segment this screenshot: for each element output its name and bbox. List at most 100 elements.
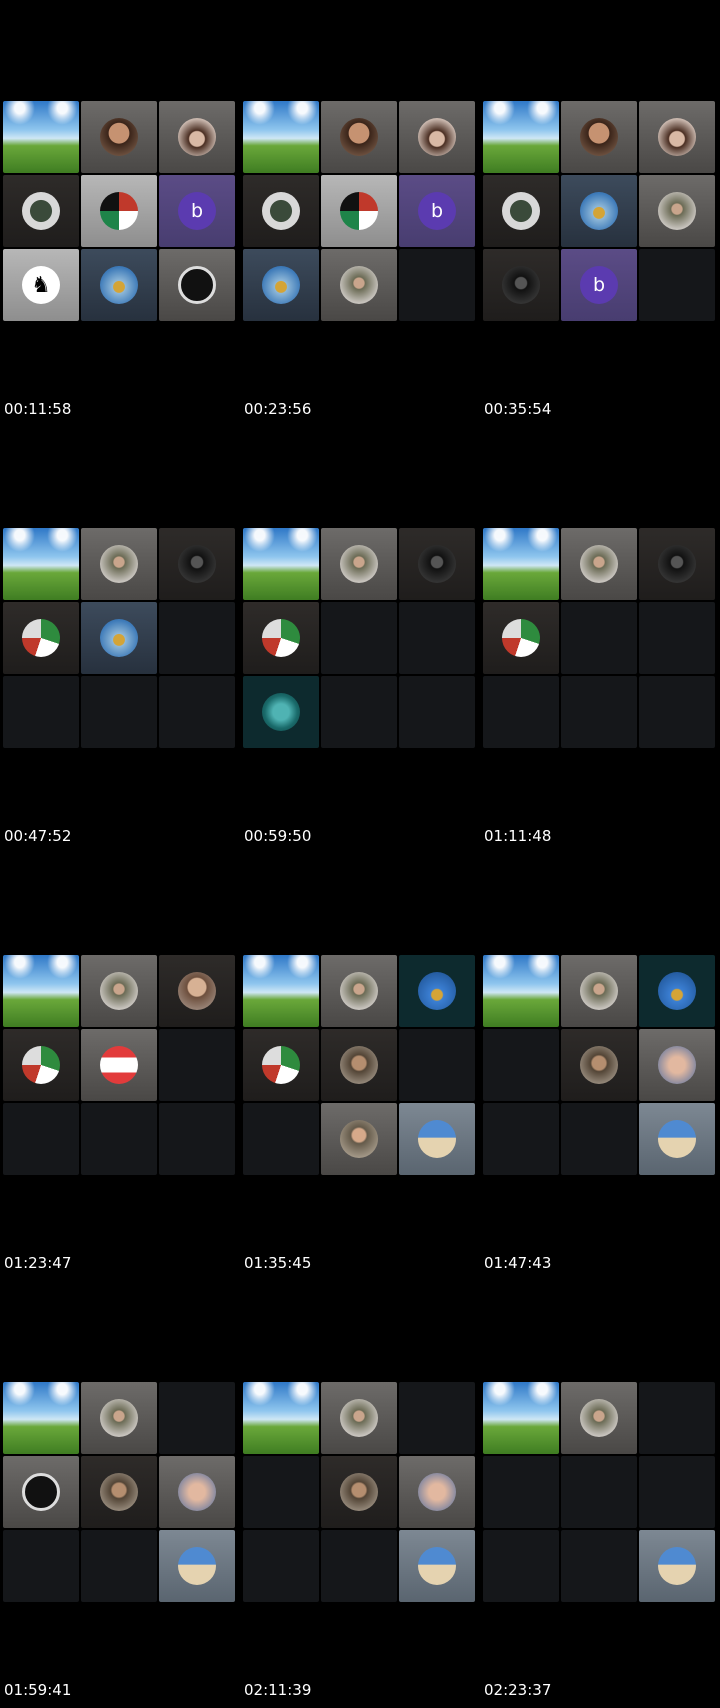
participant-tile[interactable] [81, 1456, 157, 1528]
participant-tile[interactable] [639, 1530, 715, 1602]
participant-tile[interactable] [483, 175, 559, 247]
participant-tile[interactable] [561, 1029, 637, 1101]
empty-tile [483, 1456, 559, 1528]
timestamp: 00:59:50 [244, 827, 312, 845]
participant-tile[interactable] [81, 528, 157, 600]
participant-tile[interactable] [243, 676, 319, 748]
frame-1: b ♞ 00:11:58 [0, 0, 238, 418]
participant-tile[interactable] [81, 955, 157, 1027]
fighter-avatar-icon [580, 545, 618, 583]
participant-tile[interactable] [3, 528, 79, 600]
participant-tile[interactable] [483, 528, 559, 600]
timestamp: 00:11:58 [4, 400, 72, 418]
participant-tile[interactable] [159, 528, 235, 600]
beach-avatar-icon [418, 1120, 456, 1158]
participant-tile[interactable] [159, 249, 235, 321]
participant-tile[interactable] [3, 602, 79, 674]
participant-tile[interactable] [321, 1029, 397, 1101]
participant-tile[interactable] [81, 101, 157, 173]
participant-tile[interactable] [243, 602, 319, 674]
participant-tile[interactable]: b [399, 175, 475, 247]
participant-tile[interactable] [561, 101, 637, 173]
empty-tile [159, 1103, 235, 1175]
participant-tile[interactable] [321, 1456, 397, 1528]
participant-tile[interactable] [483, 1382, 559, 1454]
participant-tile[interactable]: b [159, 175, 235, 247]
participant-tile[interactable] [639, 101, 715, 173]
empty-tile [483, 1029, 559, 1101]
fighter-avatar-icon [340, 1399, 378, 1437]
participant-tile[interactable] [321, 175, 397, 247]
beach-avatar-icon [658, 1547, 696, 1585]
participant-grid [3, 1382, 238, 1604]
participant-tile[interactable] [243, 955, 319, 1027]
participant-tile[interactable] [321, 1382, 397, 1454]
empty-tile [639, 1382, 715, 1454]
participant-tile[interactable] [561, 528, 637, 600]
participant-tile[interactable] [243, 1382, 319, 1454]
participant-tile[interactable] [243, 528, 319, 600]
participant-tile[interactable]: b [561, 249, 637, 321]
participant-grid: b ♞ [3, 101, 238, 323]
participant-tile[interactable] [399, 1456, 475, 1528]
participant-tile[interactable] [639, 528, 715, 600]
participant-tile[interactable] [321, 1103, 397, 1175]
participant-tile[interactable] [3, 955, 79, 1027]
participant-tile[interactable] [483, 101, 559, 173]
participant-tile[interactable] [3, 1456, 79, 1528]
empty-tile [81, 676, 157, 748]
empty-tile [399, 602, 475, 674]
participant-tile[interactable] [561, 1382, 637, 1454]
participant-tile[interactable] [3, 101, 79, 173]
participant-grid [483, 528, 718, 750]
frame-2: b 00:23:56 [240, 0, 475, 418]
participant-tile[interactable] [399, 1103, 475, 1175]
empty-tile [3, 676, 79, 748]
participant-tile[interactable] [159, 955, 235, 1027]
participant-tile[interactable] [81, 249, 157, 321]
participant-tile[interactable] [483, 955, 559, 1027]
fighter-avatar-icon [340, 545, 378, 583]
participant-tile[interactable] [3, 1382, 79, 1454]
empty-tile [483, 1103, 559, 1175]
participant-tile[interactable]: ♞ [3, 249, 79, 321]
participant-tile[interactable] [483, 602, 559, 674]
participant-tile[interactable] [639, 1103, 715, 1175]
flagdome-avatar-icon [658, 972, 696, 1010]
participant-tile[interactable] [159, 1456, 235, 1528]
participant-tile[interactable] [561, 175, 637, 247]
participant-tile[interactable] [243, 175, 319, 247]
participant-tile[interactable] [399, 101, 475, 173]
participant-tile[interactable] [3, 175, 79, 247]
timestamp: 01:47:43 [484, 1254, 552, 1272]
participant-tile[interactable] [3, 1029, 79, 1101]
participant-tile[interactable] [399, 1530, 475, 1602]
participant-tile[interactable] [321, 955, 397, 1027]
participant-tile[interactable] [399, 528, 475, 600]
initial-avatar: b [178, 192, 216, 230]
participant-tile[interactable] [561, 955, 637, 1027]
participant-tile[interactable] [243, 249, 319, 321]
participant-tile[interactable] [159, 1530, 235, 1602]
men-avatar-icon [340, 1473, 378, 1511]
participant-tile[interactable] [639, 175, 715, 247]
participant-tile[interactable] [399, 955, 475, 1027]
participant-tile[interactable] [321, 528, 397, 600]
fighter-avatar-icon [340, 972, 378, 1010]
participant-tile[interactable] [81, 1382, 157, 1454]
man-avatar-icon [580, 118, 618, 156]
participant-grid [483, 955, 718, 1177]
participant-tile[interactable] [321, 249, 397, 321]
participant-tile[interactable] [243, 1029, 319, 1101]
participant-tile[interactable] [81, 602, 157, 674]
participant-tile[interactable] [81, 175, 157, 247]
empty-tile [483, 676, 559, 748]
participant-tile[interactable] [159, 101, 235, 173]
participant-tile[interactable] [483, 249, 559, 321]
participant-tile[interactable] [243, 101, 319, 173]
participant-tile[interactable] [81, 1029, 157, 1101]
participant-tile[interactable] [639, 1029, 715, 1101]
participant-tile[interactable] [321, 101, 397, 173]
participant-tile[interactable] [639, 955, 715, 1027]
fighter-avatar-icon [100, 1399, 138, 1437]
